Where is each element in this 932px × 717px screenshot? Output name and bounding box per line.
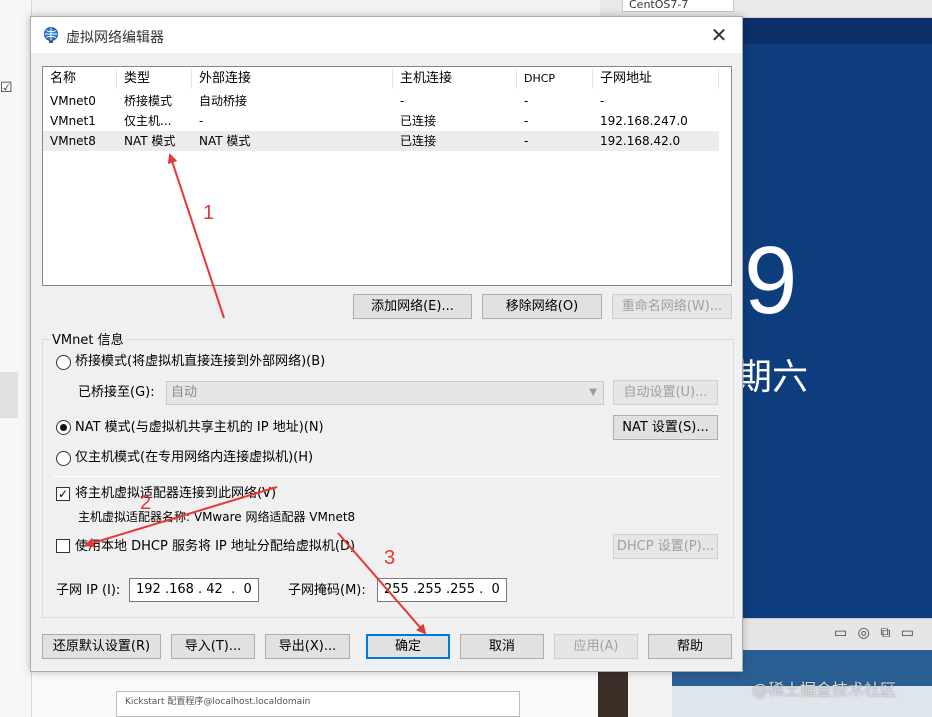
- add-network-button[interactable]: 添加网络(E)...: [353, 294, 472, 319]
- subnet-mask-label: 子网掩码(M):: [288, 583, 366, 598]
- background-window-left: [0, 0, 32, 717]
- column-header-name[interactable]: 名称: [43, 69, 117, 89]
- table-row-selected[interactable]: VMnet8 NAT 模式 NAT 模式 已连接 - 192.168.42.0: [43, 131, 719, 151]
- import-button[interactable]: 导入(T)...: [171, 634, 255, 659]
- bridged-to-label: 已桥接至(G):: [78, 385, 155, 400]
- bridged-mode-radio[interactable]: [56, 355, 71, 370]
- subnet-ip-label: 子网 IP (I):: [56, 583, 121, 598]
- table-row[interactable]: VMnet1 仅主机... - 已连接 - 192.168.247.0: [43, 111, 719, 131]
- vm-tab-label: CentOS7-7: [629, 0, 689, 11]
- restore-defaults-button[interactable]: 还原默认设置(R): [42, 634, 161, 659]
- adapter-name-text: 主机虚拟适配器名称: VMware 网络适配器 VMnet8: [78, 510, 356, 524]
- bridged-to-select[interactable]: 自动 ▼: [166, 381, 604, 405]
- vm-statusbar: ▭ ◎ ⧉ ▭: [742, 618, 932, 650]
- chevron-down-icon: ▼: [589, 387, 597, 398]
- connect-adapter-checkbox[interactable]: ✓: [56, 487, 70, 501]
- column-header-host[interactable]: 主机连接: [393, 69, 517, 89]
- subnet-ip-field[interactable]: 192 .168 . 42 . 0: [129, 578, 259, 602]
- vm-screen-header: [742, 18, 932, 44]
- use-dhcp-checkbox[interactable]: [56, 539, 70, 553]
- separator: [53, 476, 719, 477]
- network-list[interactable]: 名称 类型 外部连接 主机连接 DHCP 子网地址 VMnet0 桥接模式 自动…: [42, 66, 732, 286]
- kickstart-window-title: Kickstart 配置程序@localhost.localdomain: [125, 697, 311, 707]
- table-row[interactable]: VMnet0 桥接模式 自动桥接 - - -: [43, 91, 719, 111]
- checkbox-icon: ☑: [0, 80, 13, 96]
- vm-tab[interactable]: CentOS7-7: [622, 0, 734, 12]
- column-header-external[interactable]: 外部连接: [192, 69, 393, 89]
- lockscreen-clock: 9: [744, 227, 798, 334]
- rename-network-button[interactable]: 重命名网络(W)...: [612, 294, 732, 319]
- host-only-label[interactable]: 仅主机模式(在专用网络内连接虚拟机)(H): [75, 449, 313, 467]
- vmnet-info-legend: VMnet 信息: [50, 329, 126, 348]
- connect-adapter-label[interactable]: 将主机虚拟适配器连接到此网络(V): [75, 485, 276, 503]
- list-header: 名称 类型 外部连接 主机连接 DHCP 子网地址: [43, 69, 719, 89]
- vm-screen: 9 期六: [742, 18, 932, 618]
- nat-mode-label[interactable]: NAT 模式(与虚拟机共享主机的 IP 地址)(N): [75, 419, 324, 437]
- host-only-radio[interactable]: [56, 451, 71, 466]
- help-button[interactable]: 帮助: [648, 634, 732, 659]
- virtual-network-editor-dialog: 虚拟网络编辑器 ✕ 名称 类型 外部连接 主机连接 DHCP 子网地址 VMne…: [30, 16, 743, 672]
- nat-settings-button[interactable]: NAT 设置(S)...: [613, 415, 718, 440]
- column-header-type[interactable]: 类型: [117, 69, 192, 89]
- subnet-mask-field[interactable]: 255 .255 .255 . 0: [377, 578, 507, 602]
- ok-button[interactable]: 确定: [366, 634, 450, 659]
- background-panel: [0, 372, 18, 418]
- export-button[interactable]: 导出(X)...: [265, 634, 350, 659]
- watermark: @稀土掘金技术社区: [752, 680, 897, 699]
- dhcp-settings-button[interactable]: DHCP 设置(P)...: [613, 534, 718, 559]
- network-globe-icon: [44, 27, 58, 43]
- device-status-icons: ▭ ◎ ⧉ ▭: [834, 625, 918, 641]
- title-bar[interactable]: 虚拟网络编辑器 ✕: [31, 17, 742, 53]
- bridged-mode-label[interactable]: 桥接模式(将虚拟机直接连接到外部网络)(B): [75, 353, 325, 371]
- bridged-to-value: 自动: [171, 385, 198, 400]
- lockscreen-day: 期六: [742, 357, 809, 398]
- column-header-dhcp[interactable]: DHCP: [517, 69, 593, 89]
- column-header-subnet[interactable]: 子网地址: [593, 69, 719, 89]
- apply-button[interactable]: 应用(A): [554, 634, 638, 659]
- use-dhcp-label[interactable]: 使用本地 DHCP 服务将 IP 地址分配给虚拟机(D): [75, 538, 355, 556]
- annotation-label-3: 3: [384, 547, 396, 569]
- annotation-label-2: 2: [140, 492, 152, 514]
- kickstart-window[interactable]: Kickstart 配置程序@localhost.localdomain: [116, 691, 520, 717]
- annotation-label-1: 1: [203, 202, 215, 224]
- auto-settings-button[interactable]: 自动设置(U)...: [613, 380, 718, 405]
- dialog-title: 虚拟网络编辑器: [66, 30, 164, 46]
- nat-mode-radio[interactable]: [56, 420, 71, 435]
- remove-network-button[interactable]: 移除网络(O): [482, 294, 602, 319]
- cancel-button[interactable]: 取消: [460, 634, 544, 659]
- close-button[interactable]: ✕: [704, 22, 734, 48]
